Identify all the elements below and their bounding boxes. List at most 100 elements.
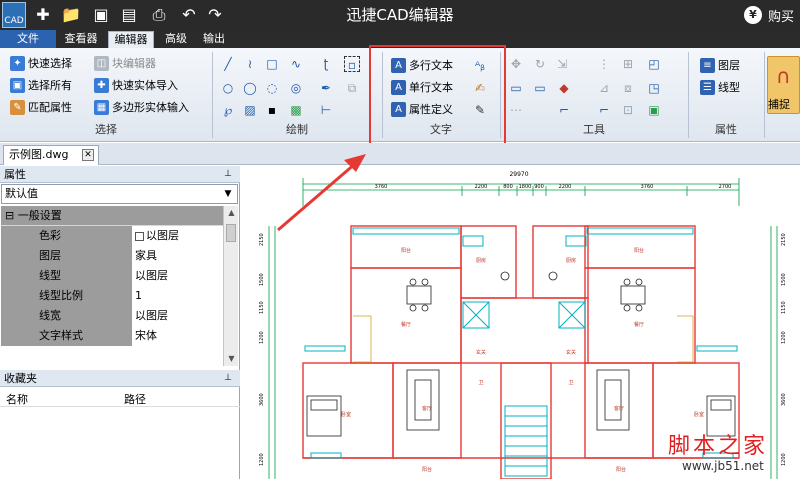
dim-text: 2700 (719, 184, 732, 190)
explode-icon[interactable]: ◰ (646, 56, 662, 72)
property-value[interactable]: 以图层 (132, 306, 223, 326)
quick-entity-import-button[interactable]: ✚ 快速实体导入 (94, 76, 178, 94)
property-target-select[interactable]: 默认值 ▼ (1, 184, 238, 204)
property-row[interactable]: 线型比例 1 (1, 286, 223, 306)
column-header-name[interactable]: 名称 (6, 391, 28, 407)
property-value[interactable]: 以图层 (132, 226, 223, 246)
tab-file[interactable]: 文件 (0, 30, 56, 48)
trim-icon[interactable]: ◳ (646, 80, 662, 96)
viewport-icon[interactable]: ▭ (532, 80, 548, 96)
property-row[interactable]: 线型 以图层 (1, 266, 223, 286)
move-icon[interactable]: ✥ (508, 56, 524, 72)
block-editor-icon: ◫ (94, 55, 109, 71)
donut-icon[interactable]: ◎ (288, 80, 304, 96)
property-value[interactable]: 1 (132, 286, 223, 306)
dim-text: 3760 (375, 184, 388, 190)
quick-select-icon: ✦ (10, 55, 25, 71)
column-header-path[interactable]: 路径 (124, 391, 146, 407)
pin-icon[interactable]: ⊥ (222, 372, 234, 384)
polygon-input-icon: ▦ (94, 99, 109, 115)
property-row[interactable]: 图层 家具 (1, 246, 223, 266)
room-label: 阳台 (422, 466, 432, 473)
dim-text: 1150 (259, 301, 265, 314)
array-icon[interactable]: ⋮ (596, 56, 612, 72)
chamfer-icon[interactable]: ⌐ (596, 102, 612, 118)
snap-label: 捕捉 (768, 98, 790, 111)
rectangle-icon[interactable]: □ (264, 56, 280, 72)
layer-button[interactable]: ≡ 图层 (700, 56, 740, 74)
tab-editor[interactable]: 编辑器 (108, 31, 154, 48)
point-icon[interactable]: ▪ (264, 102, 280, 118)
line-icon[interactable]: ╱ (220, 56, 236, 72)
copy-icon[interactable]: ⧉ (344, 80, 360, 96)
favorites-columns: 名称 路径 (0, 389, 240, 407)
ellipse-icon[interactable]: ◯ (242, 80, 258, 96)
dim-text: 1200 (781, 331, 787, 344)
property-row[interactable]: 色彩 以图层 (1, 226, 223, 246)
property-scrollbar[interactable]: ▲ ▼ (223, 206, 238, 366)
circle-icon[interactable]: ○ (220, 80, 236, 96)
hatch-icon[interactable]: ▨ (242, 102, 258, 118)
stretch-icon[interactable]: ⊡ (620, 102, 636, 118)
room-label: 卫 (568, 380, 573, 386)
ruler-icon[interactable]: ⊢ (318, 102, 334, 118)
dim-text: 2200 (475, 184, 488, 190)
property-key: 图层 (1, 246, 132, 266)
arc-icon[interactable]: ◌ (264, 80, 280, 96)
window-icon[interactable]: ▭ (508, 80, 524, 96)
room-label: 阳台 (401, 247, 411, 254)
buy-button[interactable]: ¥ 购买 (743, 5, 794, 25)
extend-icon[interactable]: ▣ (646, 102, 662, 118)
linetype-button[interactable]: ☰ 线型 (700, 78, 740, 96)
image-icon[interactable]: ▩ (288, 102, 304, 118)
room-label: 卧室 (694, 411, 704, 418)
tab-viewer[interactable]: 查看器 (58, 31, 104, 48)
scale-icon[interactable]: ⇲ (554, 56, 570, 72)
entity-import-icon: ✚ (94, 77, 109, 93)
room-label: 餐厅 (634, 321, 644, 328)
rotate-icon[interactable]: ↻ (532, 56, 548, 72)
property-value[interactable]: 以图层 (132, 266, 223, 286)
group-icon[interactable]: ⊞ (620, 56, 636, 72)
collapse-icon[interactable]: ⊟ (5, 209, 14, 222)
scroll-up-icon[interactable]: ▲ (224, 206, 239, 220)
polyline-icon[interactable]: ≀ (242, 56, 258, 72)
dim-text: 3600 (781, 393, 787, 406)
offset-icon[interactable]: ⧈ (620, 80, 636, 96)
dim-text: 900 (534, 184, 544, 190)
color-fill-icon[interactable]: ◆ (556, 80, 572, 96)
property-value[interactable]: 宋体 (132, 326, 223, 346)
tab-advanced[interactable]: 高级 (158, 31, 194, 48)
window-title: 迅捷CAD编辑器 (346, 6, 454, 24)
property-row[interactable]: 文字样式 宋体 (1, 326, 223, 346)
pen-icon[interactable]: ✒ (318, 80, 334, 96)
property-row[interactable]: 线宽 以图层 (1, 306, 223, 326)
property-key: 线宽 (1, 306, 132, 326)
scroll-thumb[interactable] (226, 224, 236, 242)
match-props-button[interactable]: ✎ 匹配属性 (10, 98, 72, 116)
property-category[interactable]: ⊟ 一般设置 (1, 206, 223, 226)
selection-box-icon[interactable]: ▫ (344, 56, 360, 72)
block-editor-button[interactable]: ◫ 块编辑器 (94, 54, 156, 72)
mirror-icon[interactable]: ⊿ (596, 80, 612, 96)
tab-output[interactable]: 输出 (196, 31, 232, 48)
select-all-icon: ▣ (10, 77, 25, 93)
select-all-button[interactable]: ▣ 选择所有 (10, 76, 72, 94)
property-value[interactable]: 家具 (132, 246, 223, 266)
close-icon[interactable]: ✕ (82, 149, 94, 161)
spline-icon[interactable]: ∿ (288, 56, 304, 72)
dim-text: 2150 (259, 233, 265, 246)
scroll-down-icon[interactable]: ▼ (224, 352, 239, 366)
pin-icon[interactable]: ⊥ (222, 168, 234, 180)
polygon-entity-input-button[interactable]: ▦ 多边形实体输入 (94, 98, 189, 116)
document-tab[interactable]: 示例图.dwg ✕ (3, 145, 99, 165)
snap-button[interactable]: ∩ 捕捉 (767, 56, 800, 114)
text-style-icon[interactable]: ʈ (318, 56, 334, 72)
properties-panel-header: 属性 ⊥ (0, 166, 240, 183)
helix-icon[interactable]: ℘ (220, 102, 236, 118)
room-label: 厨房 (476, 257, 486, 264)
quick-select-button[interactable]: ✦ 快速选择 (10, 54, 72, 72)
break-icon[interactable]: ⋯ (508, 102, 524, 118)
dim-text: 1800 (519, 184, 532, 190)
fillet-icon[interactable]: ⌐ (556, 102, 572, 118)
